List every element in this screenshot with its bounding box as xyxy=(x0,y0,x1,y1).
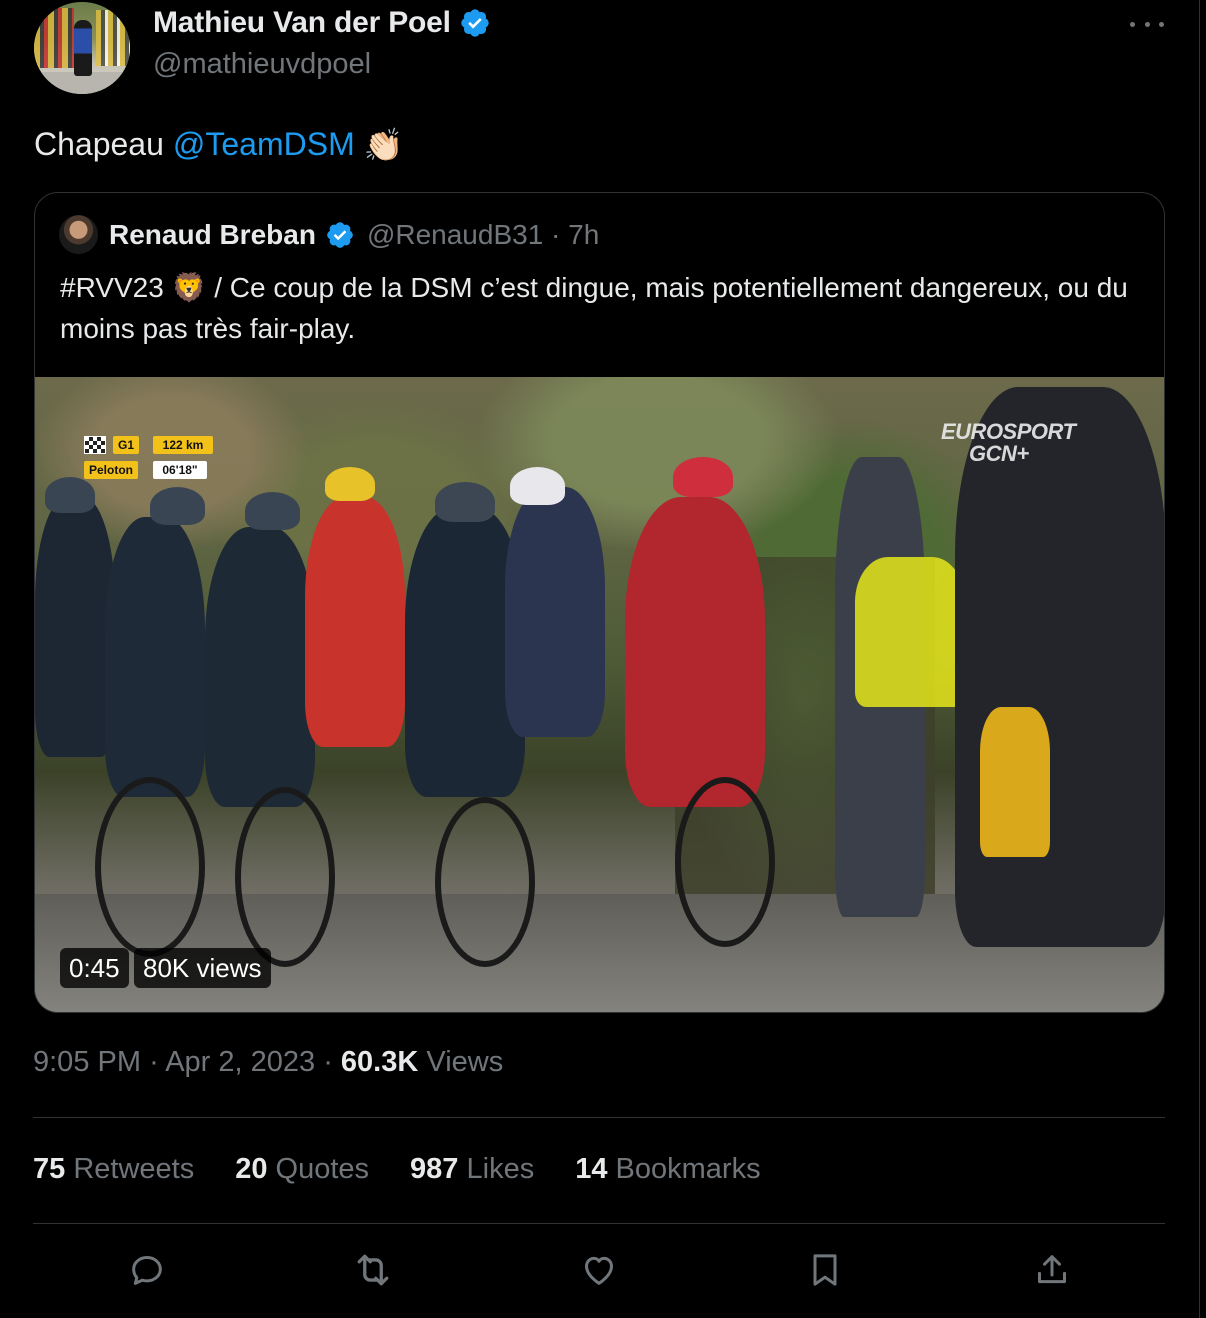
broadcaster-logo: EUROSPORT GCN+ xyxy=(941,419,1076,466)
like-icon[interactable] xyxy=(577,1248,621,1292)
verified-badge-icon xyxy=(327,221,353,248)
video-duration: 0:45 xyxy=(60,948,129,988)
tweet-detail: Mathieu Van der Poel @mathieuvdpoel Chap… xyxy=(0,0,1200,1318)
views-label: Views xyxy=(426,1046,504,1078)
views-count: 60.3K xyxy=(340,1046,419,1078)
author-avatar[interactable] xyxy=(34,2,130,94)
verified-badge-icon[interactable] xyxy=(459,7,491,39)
action-bar xyxy=(125,1248,1075,1292)
divider xyxy=(33,1117,1165,1118)
tweet-text: Chapeau @TeamDSM 👏🏻 xyxy=(34,126,404,163)
overlay-g1: G1 xyxy=(113,436,140,454)
quoted-tweet-card[interactable]: Renaud Breban @RenaudB31 · 7h #RVV23 🦁 /… xyxy=(34,192,1165,1013)
overlay-distance: 122 km xyxy=(153,436,213,454)
author-name-row: Mathieu Van der Poel xyxy=(153,6,491,40)
overlay-gap: 06'18" xyxy=(153,461,207,479)
stat-bookmarks[interactable]: 14 Bookmarks xyxy=(575,1153,760,1186)
divider xyxy=(33,1223,1165,1224)
quoted-author-avatar xyxy=(59,215,98,254)
quoted-tweet-text: #RVV23 🦁 / Ce coup de la DSM c’est dingu… xyxy=(60,272,1128,344)
quoted-author-meta: @RenaudB31 · 7h xyxy=(366,218,600,250)
mention-link[interactable]: @TeamDSM xyxy=(173,126,355,163)
more-icon[interactable] xyxy=(1130,10,1164,38)
broadcaster-line2: GCN+ xyxy=(969,441,1029,466)
clapping-hands-emoji: 👏🏻 xyxy=(363,126,404,163)
stat-retweets[interactable]: 75 Retweets xyxy=(33,1153,194,1186)
tweet-time[interactable]: 9:05 PM xyxy=(33,1046,141,1078)
quoted-tweet-header: Renaud Breban @RenaudB31 · 7h xyxy=(59,215,599,254)
stat-likes[interactable]: 987 Likes xyxy=(410,1153,534,1186)
stat-quotes[interactable]: 20 Quotes xyxy=(235,1153,369,1186)
quoted-author-name: Renaud Breban xyxy=(109,218,316,250)
author-handle[interactable]: @mathieuvdpoel xyxy=(153,48,371,81)
broadcaster-line1: EUROSPORT xyxy=(941,419,1076,444)
engagement-stats: 75 Retweets 20 Quotes 987 Likes 14 Bookm… xyxy=(33,1153,761,1186)
video-views: 80K views xyxy=(134,948,271,988)
video-player[interactable]: G1 122 km Peloton 06'18" EUROSPORT GCN+ … xyxy=(35,377,1164,1012)
retweet-icon[interactable] xyxy=(351,1248,395,1292)
author-name[interactable]: Mathieu Van der Poel xyxy=(153,6,451,40)
checkered-flag-icon xyxy=(84,436,106,454)
share-icon[interactable] xyxy=(1030,1248,1074,1292)
tweet-date[interactable]: Apr 2, 2023 xyxy=(165,1046,315,1078)
reply-icon[interactable] xyxy=(125,1248,169,1292)
overlay-group: Peloton xyxy=(84,461,138,479)
tweet-timestamp-row: 9:05 PM · Apr 2, 2023 · 60.3K Views xyxy=(33,1046,504,1078)
tweet-text-prefix: Chapeau xyxy=(34,126,164,162)
bookmark-icon[interactable] xyxy=(803,1248,847,1292)
